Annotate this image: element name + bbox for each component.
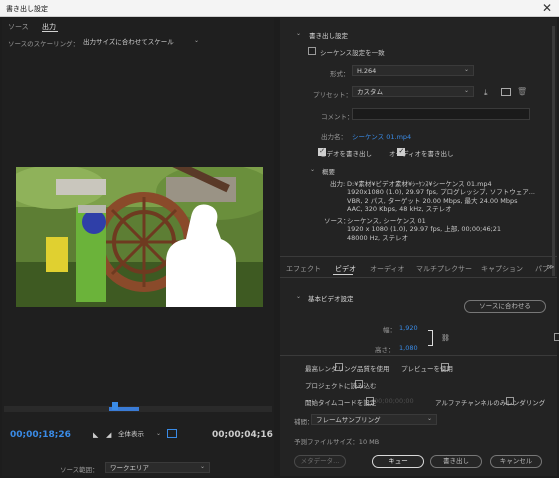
max-render-label: 最高レンダリング品質を使用 (305, 365, 390, 373)
mark-out-icon[interactable]: ◢ (106, 431, 111, 439)
tab-multiplexer[interactable]: マルチプレクサー (416, 264, 472, 274)
export-video-label: ビデオを書き出し (320, 150, 372, 158)
playhead-icon[interactable] (112, 402, 118, 410)
source-range-value: ワークエリア (110, 464, 149, 472)
safe-margins-icon[interactable] (167, 429, 177, 438)
comment-label: コメント： (321, 113, 354, 121)
basic-video-toggle-icon[interactable]: ⌄ (296, 293, 301, 300)
tabs-overflow-icon[interactable]: ≫ (547, 263, 554, 271)
zoom-value: 全体表示 (118, 430, 144, 438)
tab-audio[interactable]: オーディオ (370, 264, 405, 274)
preset-dropdown[interactable]: カスタム ⌄ (352, 86, 474, 97)
timeline-bar[interactable] (4, 402, 272, 412)
summary-output-label: 出力: (330, 180, 346, 188)
bottom-divider (280, 355, 557, 356)
scaling-label: ソースのスケーリング： (8, 40, 80, 48)
cancel-button[interactable]: キャンセル (490, 455, 542, 468)
export-audio-label: オーディオを書き出し (389, 150, 454, 158)
tabs-top-divider (280, 256, 557, 257)
close-icon[interactable]: ✕ (542, 1, 552, 15)
height-label: 高さ： (375, 346, 395, 354)
summary-source-label: ソース： (324, 217, 350, 225)
chevron-down-icon: ⌄ (463, 87, 469, 94)
scrollbar[interactable] (552, 26, 555, 276)
match-source-button[interactable]: ソースに合わせる (464, 300, 546, 313)
chevron-down-icon: ⌄ (199, 463, 205, 470)
source-range-dropdown[interactable]: ワークエリア ⌄ (105, 462, 210, 473)
video-option-checkbox[interactable] (553, 333, 559, 341)
delete-preset-icon[interactable]: 🗑 (517, 87, 527, 96)
preset-value: カスタム (357, 88, 383, 96)
export-settings-heading: 書き出し設定 (309, 32, 348, 40)
tab-source[interactable]: ソース (8, 22, 29, 32)
basic-video-heading: 基本ビデオ設定 (308, 295, 354, 303)
import-project-label: プロジェクトに読み込む (305, 382, 377, 390)
preset-label: プリセット： (313, 91, 352, 99)
chevron-down-icon: ⌄ (193, 37, 199, 44)
preview-frame-image (16, 167, 263, 307)
interpolation-value: フレームサンプリング (316, 416, 381, 424)
format-value: H.264 (357, 67, 377, 75)
summary-source-line: 48000 Hz, ステレオ (347, 234, 409, 242)
chevron-down-icon: ⌄ (155, 430, 161, 437)
source-range-label: ソース範囲： (60, 466, 99, 474)
link-icon[interactable]: ⛓ (441, 334, 450, 342)
tab-underline (42, 31, 58, 32)
output-name-link[interactable]: シーケンス 01.mp4 (352, 131, 411, 141)
aspect-link-bracket (428, 330, 433, 346)
format-dropdown[interactable]: H.264 ⌄ (352, 65, 474, 76)
settings-panel: ⌄ 書き出し設定 シーケンス設定を一致 形式： H.264 ⌄ プリセット： カ… (280, 18, 559, 476)
tab-underline (333, 274, 353, 275)
summary-toggle-icon[interactable]: ⌄ (310, 166, 315, 173)
use-preview-label: プレビューを使用 (401, 365, 453, 373)
title-bar: 書き出し設定 ✕ (0, 0, 559, 17)
chevron-down-icon: ⌄ (463, 66, 469, 73)
comment-input[interactable] (352, 108, 530, 120)
tab-effects[interactable]: エフェクト (286, 264, 321, 274)
export-button[interactable]: 書き出し (430, 455, 482, 468)
scaling-dropdown[interactable]: 出力サイズに合わせてスケール ⌄ (79, 37, 203, 48)
current-timecode[interactable]: 00;00;18;26 (10, 430, 71, 440)
metadata-button[interactable]: メタデータ... (294, 455, 346, 468)
width-label: 幅： (383, 326, 396, 334)
chevron-down-icon: ⌄ (426, 415, 432, 422)
summary-output-line: AAC, 320 Kbps, 48 kHz, ステレオ (347, 205, 452, 213)
import-preset-icon[interactable] (501, 88, 511, 96)
output-name-label: 出力名： (321, 133, 347, 141)
preview-panel: ソース 出力 ソースのスケーリング： 出力サイズに合わせてスケール ⌄ 00;0… (2, 18, 274, 476)
save-preset-icon[interactable]: ⤓ (484, 88, 488, 98)
tab-video[interactable]: ビデオ (335, 264, 356, 274)
match-sequence-checkbox[interactable] (308, 47, 316, 55)
alpha-only-label: アルファチャンネルのみレンダリング (435, 399, 546, 407)
match-sequence-label: シーケンス設定を一致 (320, 49, 385, 57)
width-value[interactable]: 1,920 (399, 324, 418, 332)
export-settings-toggle-icon[interactable]: ⌄ (296, 30, 301, 37)
tabs-bottom-divider (280, 277, 557, 278)
mark-in-icon[interactable]: ◣ (93, 431, 98, 439)
format-label: 形式： (330, 70, 350, 78)
window-title: 書き出し設定 (6, 5, 48, 13)
interpolation-dropdown[interactable]: フレームサンプリング ⌄ (311, 414, 437, 425)
scaling-value: 出力サイズに合わせてスケール (83, 38, 174, 46)
start-timecode-label: 開始タイムコードを設定 (305, 399, 377, 407)
zoom-dropdown[interactable]: 全体表示 ⌄ (118, 430, 163, 441)
tab-captions[interactable]: キャプション (481, 264, 523, 274)
start-timecode-value: 00;00;00;00 (374, 397, 414, 405)
file-size-estimate: 予測ファイルサイズ：10 MB (294, 438, 380, 446)
queue-button[interactable]: キュー (372, 455, 424, 468)
height-value[interactable]: 1,080 (399, 344, 418, 352)
summary-heading: 概要 (322, 168, 335, 176)
duration-timecode: 00;00;04;16 (212, 430, 273, 440)
video-preview (16, 167, 263, 307)
